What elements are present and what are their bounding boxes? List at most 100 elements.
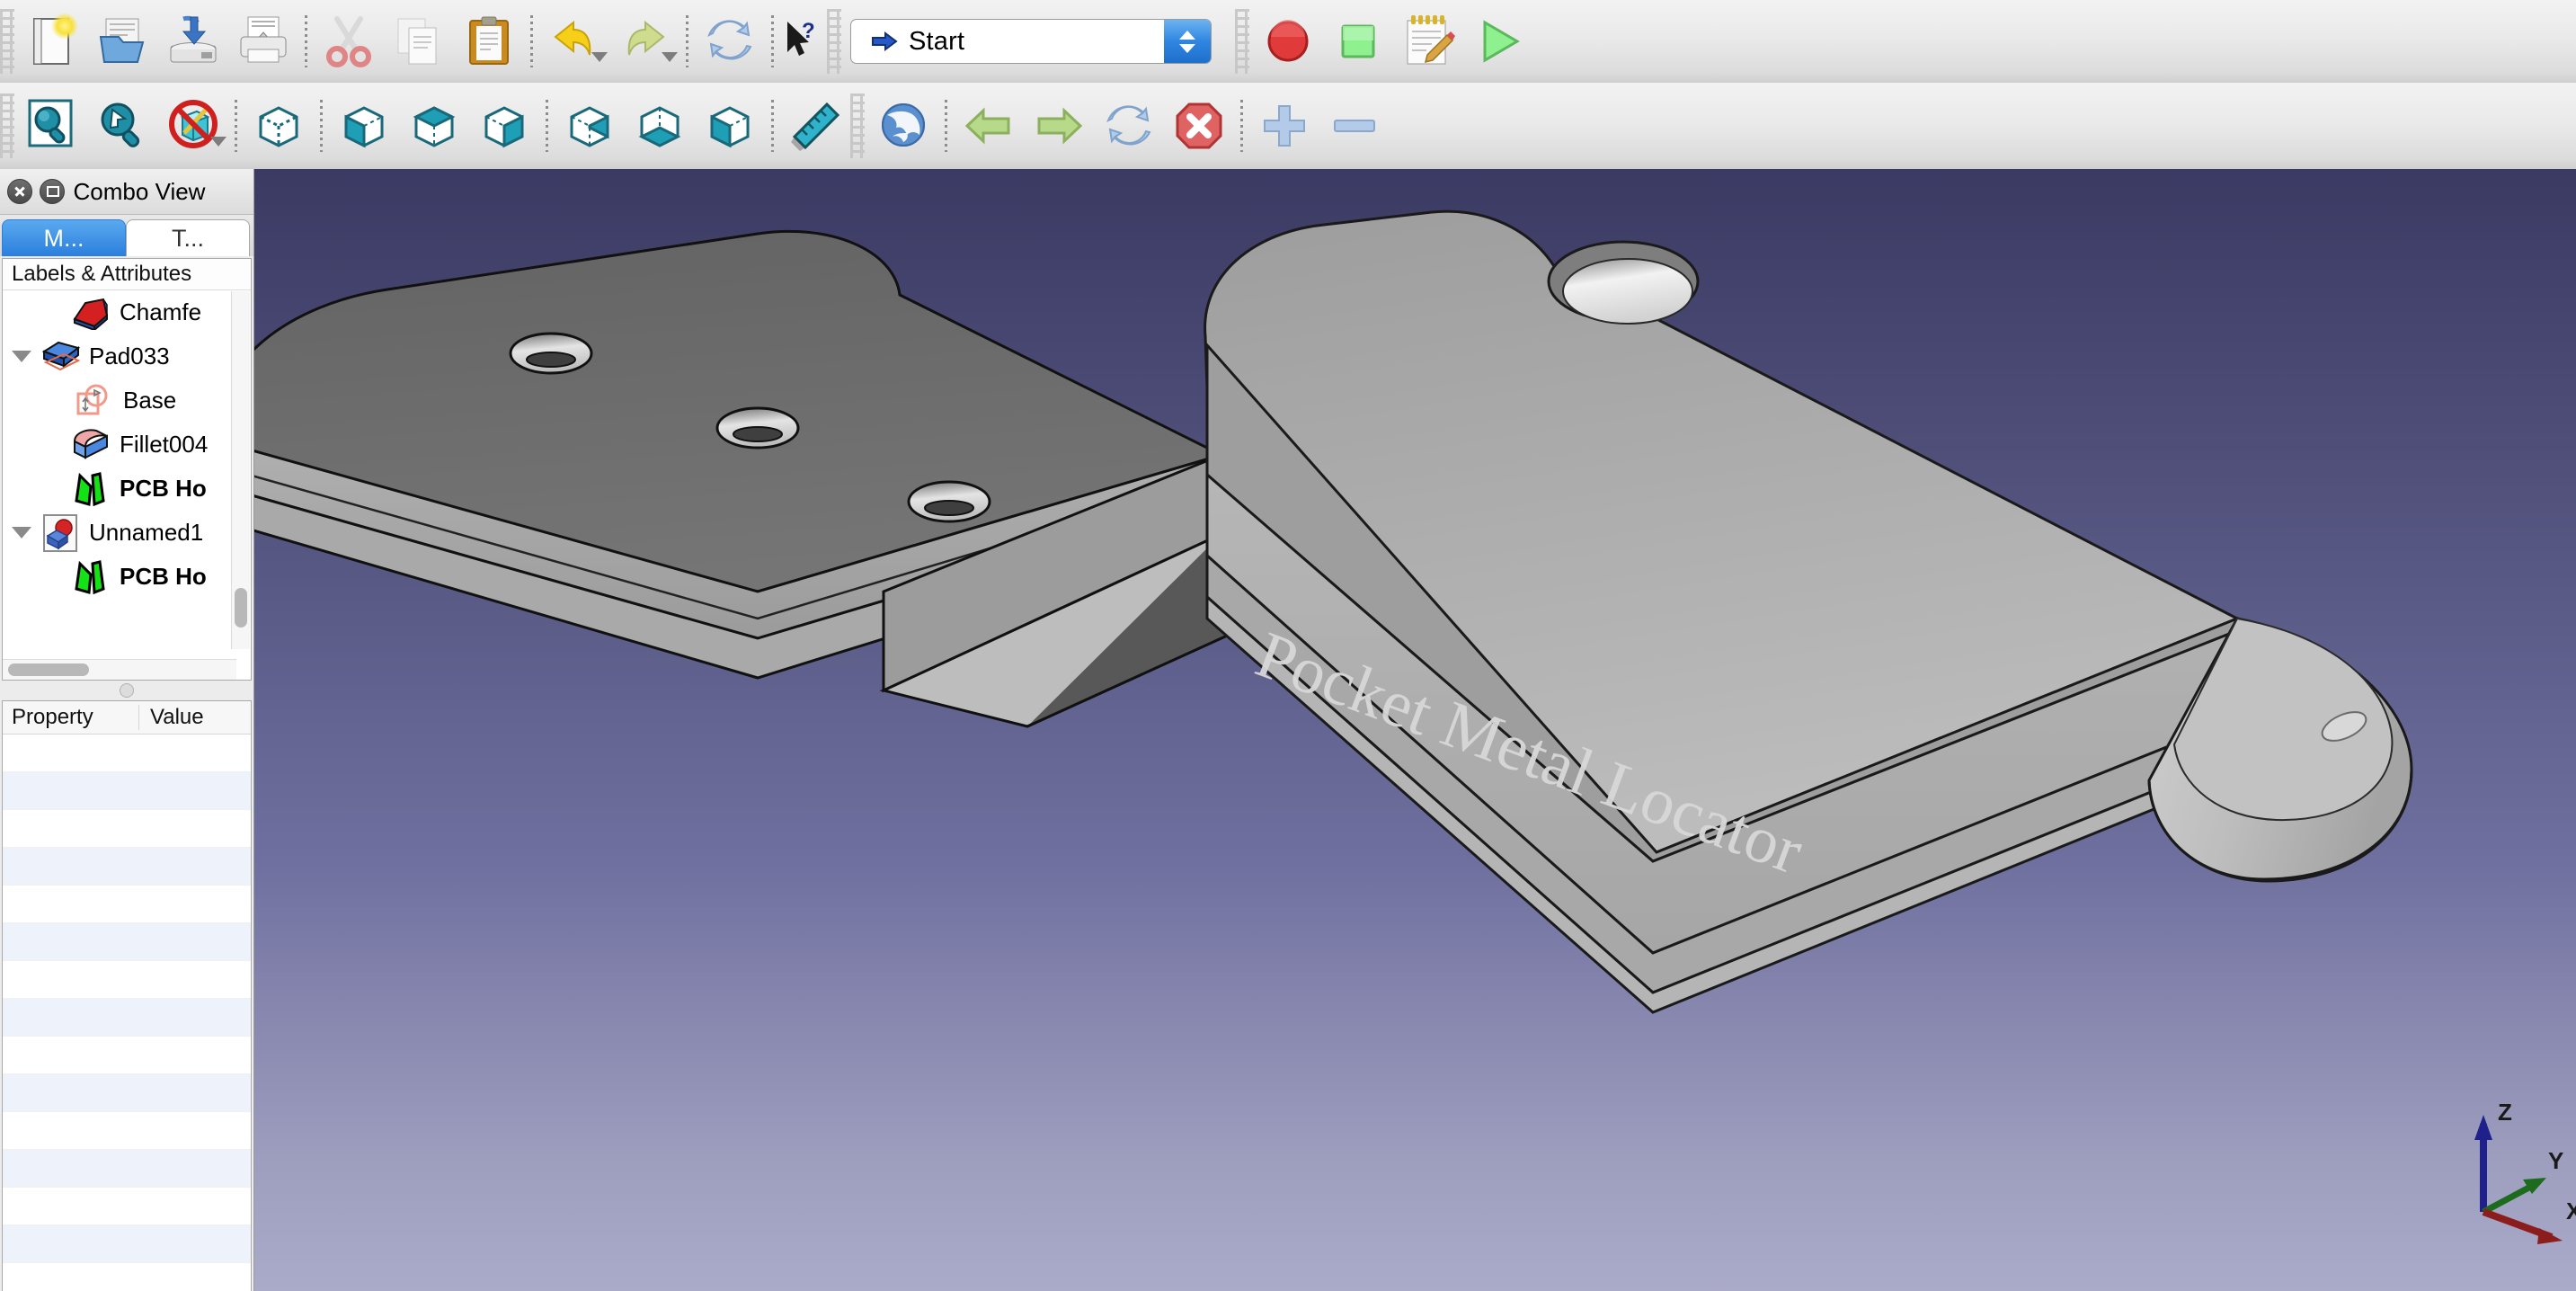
chevron-down-icon — [1179, 44, 1195, 53]
open-document-button[interactable] — [88, 4, 158, 78]
property-row[interactable] — [3, 1112, 251, 1150]
tree-item-label: PCB Ho — [120, 563, 207, 591]
fit-selection-button[interactable] — [88, 89, 158, 163]
axis-indicator: Z Y X — [2474, 1099, 2576, 1244]
workbench-dropdown-button[interactable] — [1164, 20, 1211, 63]
save-document-button[interactable] — [158, 4, 228, 78]
macro-record-button[interactable] — [1253, 4, 1323, 78]
toolbar-grip[interactable] — [0, 93, 14, 158]
zoom-out-button[interactable] — [1319, 89, 1390, 163]
tree-item-chamfer[interactable]: Chamfe — [3, 290, 251, 334]
3d-viewport[interactable]: Pocket Metal Locator Z Y X — [254, 169, 2576, 1291]
cursor-question-icon: ? — [787, 19, 815, 56]
tree-horizontal-scrollbar[interactable] — [3, 659, 236, 680]
toolbar-grip[interactable] — [850, 93, 865, 158]
property-row[interactable] — [3, 810, 251, 848]
measure-button[interactable] — [780, 89, 850, 163]
redo-dropdown-caret[interactable] — [662, 52, 678, 62]
chevron-up-icon — [1179, 31, 1195, 40]
left-view-button[interactable] — [695, 89, 765, 163]
pad-feature-icon — [37, 338, 84, 376]
macro-stop-button[interactable] — [1323, 4, 1393, 78]
toolbar-grip[interactable] — [827, 9, 841, 74]
property-row[interactable] — [3, 1263, 251, 1291]
toolbar-grip[interactable] — [0, 9, 14, 74]
property-row[interactable] — [3, 772, 251, 810]
right-view-button[interactable] — [469, 89, 539, 163]
redo-button[interactable] — [609, 4, 680, 78]
printer-icon — [241, 17, 286, 62]
tab-model[interactable]: M... — [2, 219, 126, 256]
undo-dropdown-caret[interactable] — [591, 52, 608, 62]
print-document-button[interactable] — [228, 4, 298, 78]
draw-style-button[interactable] — [158, 89, 228, 163]
undock-window-icon[interactable] — [40, 179, 65, 204]
blue-arrow-icon — [871, 31, 898, 51]
green-stop-square-icon — [1343, 26, 1373, 57]
macro-execute-button[interactable] — [1463, 4, 1533, 78]
toolbar-grip[interactable] — [1235, 9, 1249, 74]
new-document-button[interactable] — [18, 4, 88, 78]
tree-item-fillet[interactable]: Fillet004 — [3, 423, 251, 467]
front-view-button[interactable] — [329, 89, 399, 163]
tree-item-base-sketch[interactable]: Base — [3, 378, 251, 423]
close-icon[interactable] — [7, 179, 32, 204]
tree-header: Labels & Attributes — [3, 259, 251, 290]
tree-item-pcb-holder-b[interactable]: PCB Ho — [3, 555, 251, 599]
zoom-in-button[interactable] — [1249, 89, 1319, 163]
workbench-selector[interactable]: Start — [850, 19, 1212, 64]
property-row[interactable] — [3, 923, 251, 961]
tree-item-label: PCB Ho — [120, 475, 207, 503]
chevron-down-icon[interactable] — [6, 351, 37, 362]
axonometric-view-button[interactable] — [244, 89, 314, 163]
property-row[interactable] — [3, 848, 251, 886]
bottom-view-button[interactable] — [625, 89, 695, 163]
undo-button[interactable] — [539, 4, 609, 78]
property-row[interactable] — [3, 1037, 251, 1074]
cut-button[interactable] — [314, 4, 384, 78]
top-view-button[interactable] — [399, 89, 469, 163]
undo-arrow-icon — [555, 22, 590, 55]
3d-model-scene: Pocket Metal Locator Z Y X — [254, 169, 2576, 1291]
web-browser-button[interactable] — [868, 89, 938, 163]
tree-item-pcb-holder-a[interactable]: PCB Ho — [3, 467, 251, 511]
property-row[interactable] — [3, 1074, 251, 1112]
paste-button[interactable] — [454, 4, 524, 78]
panel-splitter[interactable] — [0, 681, 253, 700]
whats-this-button[interactable]: ? — [780, 4, 827, 78]
property-row[interactable] — [3, 1150, 251, 1188]
toolbar-separator — [305, 15, 307, 67]
property-row[interactable] — [3, 961, 251, 999]
magnifier-cursor-icon — [102, 104, 140, 148]
tree-item-label: Fillet004 — [120, 431, 208, 459]
rear-view-button[interactable] — [555, 89, 625, 163]
workbench-label: Start — [909, 27, 964, 57]
property-row[interactable] — [3, 735, 251, 772]
tree-item-label: Base — [123, 387, 176, 414]
property-row[interactable] — [3, 999, 251, 1037]
fit-all-button[interactable] — [18, 89, 88, 163]
toolbar-separator — [1240, 100, 1243, 152]
refresh-button[interactable] — [695, 4, 765, 78]
splitter-handle[interactable] — [120, 683, 134, 698]
tree-horizontal-scroll-thumb[interactable] — [8, 663, 89, 676]
draw-style-dropdown-caret[interactable] — [210, 137, 227, 147]
property-row[interactable] — [3, 1225, 251, 1263]
toolbar-file-edit: ? Start — [0, 0, 2576, 84]
tree-vertical-scroll-thumb[interactable] — [235, 588, 247, 628]
tree-vertical-scrollbar[interactable] — [231, 291, 250, 649]
property-row[interactable] — [3, 886, 251, 923]
stop-loading-button[interactable] — [1164, 89, 1234, 163]
macro-edit-button[interactable] — [1393, 4, 1463, 78]
tree-item-pad[interactable]: Pad033 — [3, 334, 251, 378]
open-folder-icon — [101, 19, 143, 62]
cube-right-icon — [486, 108, 522, 146]
navigate-forward-button[interactable] — [1024, 89, 1094, 163]
navigate-back-button[interactable] — [954, 89, 1024, 163]
reload-page-button[interactable] — [1094, 89, 1164, 163]
tree-item-document[interactable]: Unnamed1 — [3, 511, 251, 555]
copy-button[interactable] — [384, 4, 454, 78]
property-row[interactable] — [3, 1188, 251, 1225]
tab-tasks[interactable]: T... — [126, 219, 250, 256]
chevron-down-icon[interactable] — [6, 527, 37, 539]
